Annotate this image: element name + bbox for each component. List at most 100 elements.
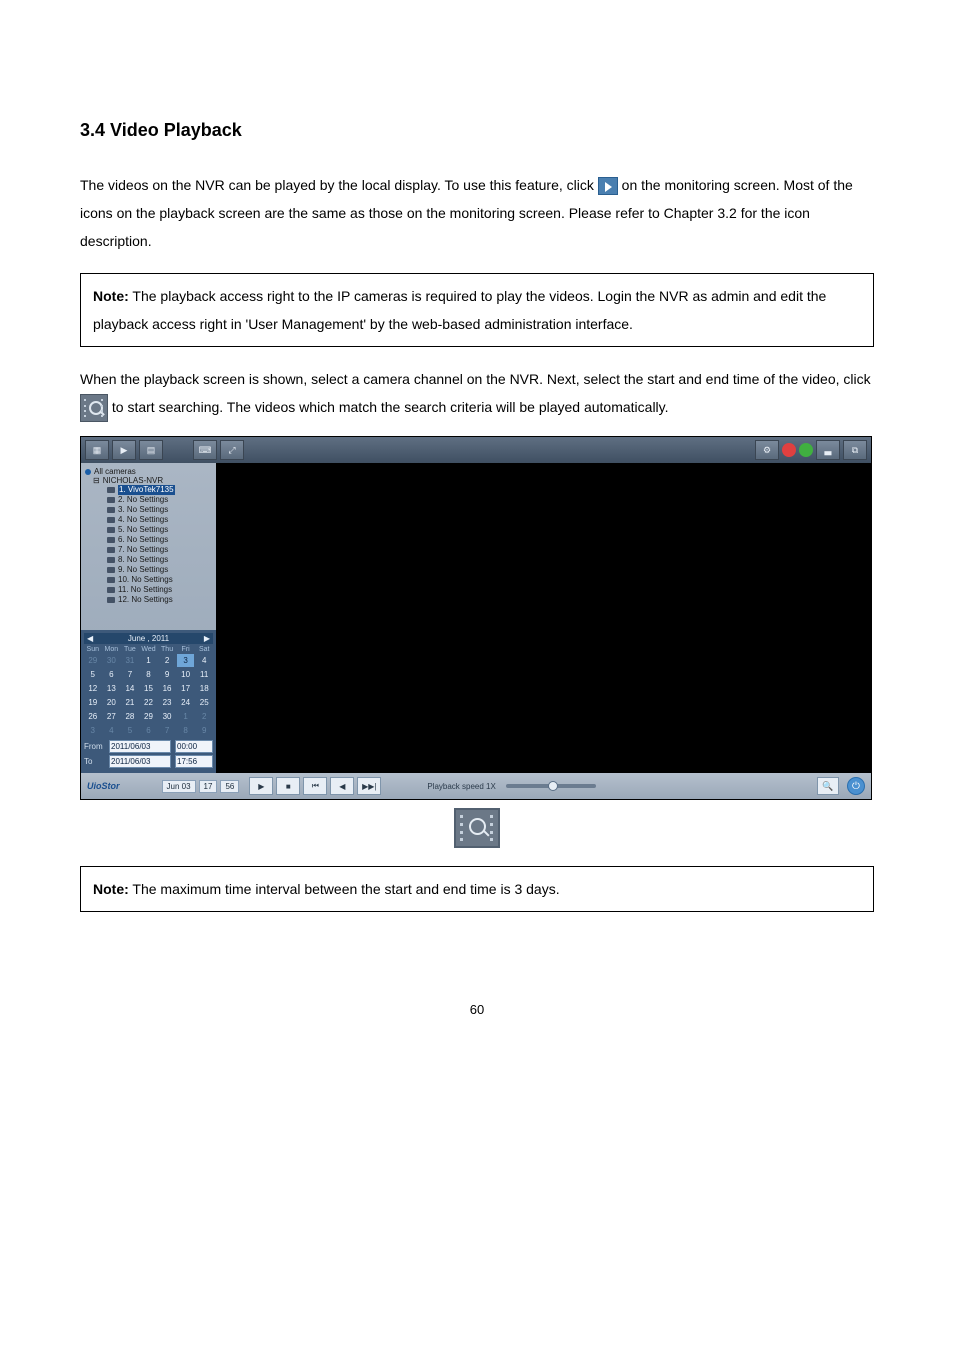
- cal-day[interactable]: 30: [158, 710, 176, 723]
- camera-tree[interactable]: All cameras ⊟NICHOLAS-NVR 1. VivoTek7135…: [81, 463, 216, 630]
- cal-day[interactable]: 7: [158, 724, 176, 737]
- cal-day[interactable]: 17: [177, 682, 195, 695]
- cal-day[interactable]: 15: [140, 682, 158, 695]
- cal-day[interactable]: 5: [84, 668, 102, 681]
- camera-selected[interactable]: 1. VivoTek7135: [118, 485, 175, 495]
- cal-day[interactable]: 26: [84, 710, 102, 723]
- rewind-button[interactable]: ◀: [330, 777, 354, 795]
- video-area: [216, 463, 871, 773]
- cal-dow: Tue: [121, 646, 139, 653]
- camera-item[interactable]: 9. No Settings: [107, 565, 212, 575]
- search-icon-large-wrapper: [80, 808, 874, 848]
- cal-day[interactable]: 27: [103, 710, 121, 723]
- paragraph-2-b: to start searching. The videos which mat…: [112, 399, 669, 415]
- paragraph-1: The videos on the NVR can be played by t…: [80, 171, 874, 255]
- cal-day[interactable]: 3: [84, 724, 102, 737]
- cal-day[interactable]: 5: [121, 724, 139, 737]
- cal-day[interactable]: 3: [177, 654, 195, 667]
- cal-day[interactable]: 31: [121, 654, 139, 667]
- cal-day[interactable]: 29: [84, 654, 102, 667]
- note-1-text: The playback access right to the IP came…: [93, 288, 826, 332]
- to-label: To: [84, 757, 105, 766]
- settings-icon[interactable]: ⚙: [755, 440, 779, 460]
- cal-dow: Mon: [103, 646, 121, 653]
- camera-item[interactable]: 10. No Settings: [107, 575, 212, 585]
- cal-day[interactable]: 24: [177, 696, 195, 709]
- layout-button[interactable]: ▤: [139, 440, 163, 460]
- play-button[interactable]: ▶: [249, 777, 273, 795]
- calendar[interactable]: ◀ June , 2011 ▶ SunMonTueWedThuFriSat293…: [81, 630, 216, 773]
- speed-slider[interactable]: [506, 784, 596, 788]
- cal-day[interactable]: 30: [103, 654, 121, 667]
- cal-day[interactable]: 9: [158, 668, 176, 681]
- cal-day[interactable]: 25: [195, 696, 213, 709]
- cal-dow: Sat: [195, 646, 213, 653]
- cal-day[interactable]: 28: [121, 710, 139, 723]
- cal-day[interactable]: 6: [103, 668, 121, 681]
- speed-label: Playback speed 1X: [427, 782, 496, 791]
- camera-item[interactable]: 2. No Settings: [107, 495, 212, 505]
- camera-item[interactable]: 11. No Settings: [107, 585, 212, 595]
- cal-day[interactable]: 20: [103, 696, 121, 709]
- from-time-input[interactable]: [175, 740, 213, 753]
- camera-item[interactable]: 3. No Settings: [107, 505, 212, 515]
- cal-day[interactable]: 10: [177, 668, 195, 681]
- cal-dow: Wed: [140, 646, 158, 653]
- cal-next-icon[interactable]: ▶: [204, 634, 210, 643]
- zoom-button[interactable]: 🔍: [817, 777, 839, 795]
- playback-screenshot: ▦ ▶ ▤ ⌨ ⤢ ⚙ ▃ ⧉ All cameras ⊟NICHOLAS-NV…: [80, 436, 872, 800]
- camera-item[interactable]: 8. No Settings: [107, 555, 212, 565]
- power-button[interactable]: ⏻: [847, 777, 865, 795]
- cal-day[interactable]: 29: [140, 710, 158, 723]
- cal-day[interactable]: 7: [121, 668, 139, 681]
- search-icon-large: [454, 808, 500, 848]
- footer-bar: UioStor Jun 031756 ▶■⏮◀▶▶| Playback spee…: [81, 773, 871, 799]
- camera-item[interactable]: 7. No Settings: [107, 545, 212, 555]
- paragraph-2: When the playback screen is shown, selec…: [80, 365, 874, 422]
- cal-day[interactable]: 18: [195, 682, 213, 695]
- to-date-input[interactable]: [109, 755, 171, 768]
- keyboard-icon[interactable]: ⌨: [193, 440, 217, 460]
- cal-day[interactable]: 19: [84, 696, 102, 709]
- cal-day[interactable]: 13: [103, 682, 121, 695]
- prev-button[interactable]: ⏮: [303, 777, 327, 795]
- paragraph-2-a: When the playback screen is shown, selec…: [80, 371, 871, 387]
- cal-day[interactable]: 4: [195, 654, 213, 667]
- cal-day[interactable]: 8: [140, 668, 158, 681]
- cal-day[interactable]: 9: [195, 724, 213, 737]
- camera-item[interactable]: 4. No Settings: [107, 515, 212, 525]
- to-time-input[interactable]: [175, 755, 213, 768]
- close-icon[interactable]: ⧉: [843, 440, 867, 460]
- minimize-icon[interactable]: ▃: [816, 440, 840, 460]
- cal-day[interactable]: 21: [121, 696, 139, 709]
- monitor-button[interactable]: ▦: [85, 440, 109, 460]
- cal-day[interactable]: 1: [140, 654, 158, 667]
- playback-button[interactable]: ▶: [112, 440, 136, 460]
- cal-day[interactable]: 11: [195, 668, 213, 681]
- camera-item[interactable]: 5. No Settings: [107, 525, 212, 535]
- cal-day[interactable]: 4: [103, 724, 121, 737]
- cal-day[interactable]: 6: [140, 724, 158, 737]
- fastforward-button[interactable]: ▶▶|: [357, 777, 381, 795]
- cal-day[interactable]: 22: [140, 696, 158, 709]
- section-heading: 3.4 Video Playback: [80, 120, 874, 141]
- date-chip: Jun 03: [162, 780, 196, 793]
- camera-item[interactable]: 12. No Settings: [107, 595, 212, 605]
- cal-day[interactable]: 2: [158, 654, 176, 667]
- cal-prev-icon[interactable]: ◀: [87, 634, 93, 643]
- cal-day[interactable]: 23: [158, 696, 176, 709]
- cal-day[interactable]: 2: [195, 710, 213, 723]
- fullscreen-icon[interactable]: ⤢: [220, 440, 244, 460]
- camera-item[interactable]: 6. No Settings: [107, 535, 212, 545]
- cal-day[interactable]: 8: [177, 724, 195, 737]
- stop-button[interactable]: ■: [276, 777, 300, 795]
- status-red-icon: [782, 443, 796, 457]
- note-box-2: Note: The maximum time interval between …: [80, 866, 874, 912]
- cal-day[interactable]: 16: [158, 682, 176, 695]
- cal-day[interactable]: 12: [84, 682, 102, 695]
- tree-root-label: All cameras: [94, 467, 136, 476]
- cal-day[interactable]: 1: [177, 710, 195, 723]
- from-date-input[interactable]: [109, 740, 171, 753]
- cal-day[interactable]: 14: [121, 682, 139, 695]
- note-1-label: Note:: [93, 288, 129, 304]
